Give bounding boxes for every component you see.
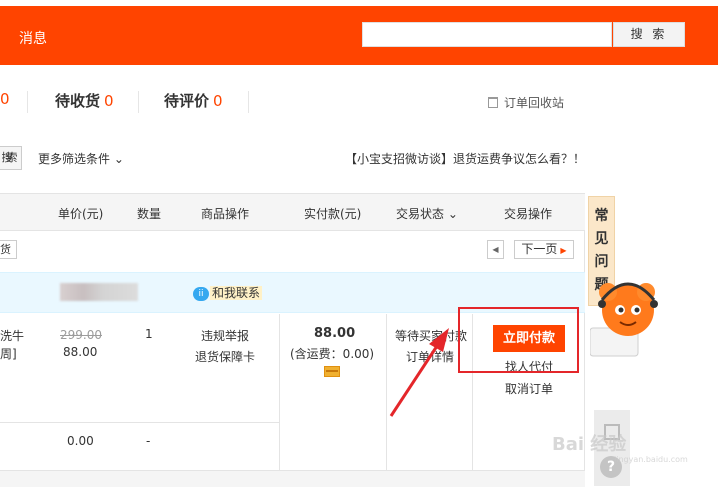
faq-char: 常: [594, 208, 609, 224]
tab-pending-shipment[interactable]: 0: [0, 90, 10, 108]
chevron-right-icon: ▶: [560, 246, 567, 255]
extra-quantity: -: [146, 434, 151, 448]
watermark-sub: jingyan.baidu.com: [614, 455, 688, 464]
extra-price: 0.00: [67, 434, 94, 448]
item-title-line2[interactable]: 周]: [0, 345, 17, 362]
col-unit-price: 单价(元): [58, 207, 104, 221]
trash-icon: [488, 97, 498, 108]
search-button[interactable]: 搜 索: [613, 22, 685, 47]
more-filters-dropdown[interactable]: 更多筛选条件 ⌄: [38, 150, 124, 167]
notice-link[interactable]: 【小宝支招微访谈】退货运费争议怎么看？！: [345, 150, 585, 167]
pager-row: 货 ◀ 下一页 ▶: [0, 231, 585, 267]
tab-pending-receipt[interactable]: 待收货 0: [55, 90, 114, 111]
watermark: Bai 经验: [552, 434, 627, 455]
tab-divider: [27, 91, 28, 113]
next-order-header: [0, 470, 585, 487]
tab-count: 0: [104, 92, 114, 110]
col-quantity: 数量: [137, 207, 162, 221]
annotation-arrow-icon: [389, 328, 449, 417]
unit-price: 88.00: [63, 345, 98, 359]
faq-char: 见: [594, 231, 609, 247]
divider: [279, 314, 280, 470]
contact-seller-link[interactable]: ii 和我联系: [193, 284, 263, 301]
recycle-label: 订单回收站: [504, 96, 565, 110]
divider: [0, 422, 279, 423]
prev-page-button[interactable]: ◀: [487, 240, 504, 259]
guarantee-card-link[interactable]: 退货保障卡: [195, 348, 255, 365]
col-status-filter[interactable]: 交易状态 ⌄: [396, 205, 458, 222]
top-header: 消息 搜 索: [0, 6, 718, 65]
cancel-order-link[interactable]: 取消订单: [505, 380, 553, 397]
chat-bubble-icon: ii: [193, 287, 209, 301]
highlight-box: [458, 307, 579, 373]
contact-label: 和我联系: [210, 286, 263, 300]
tab-count: 0: [0, 90, 10, 108]
col-paid: 实付款(元): [304, 207, 362, 221]
next-page-label: 下一页: [521, 242, 558, 256]
paid-amount: 88.00: [314, 326, 356, 341]
tab-count: 0: [213, 92, 223, 110]
table-header: 单价(元) 数量 商品操作 实付款(元) 交易状态 ⌄ 交易操作: [0, 193, 585, 231]
col-goods-ops: 商品操作: [201, 207, 250, 221]
col-actions: 交易操作: [504, 207, 553, 221]
tab-divider: [138, 91, 139, 113]
item-title[interactable]: 洗牛: [0, 327, 24, 344]
credit-card-icon: [324, 366, 340, 377]
tab-label: 待收货: [55, 92, 101, 110]
select-all-partial[interactable]: 货: [0, 240, 17, 259]
mascot-icon[interactable]: [590, 270, 660, 362]
messages-link[interactable]: 消息: [19, 28, 47, 48]
search-input[interactable]: [362, 22, 612, 47]
blurred-shop-name: [60, 283, 138, 301]
next-page-button[interactable]: 下一页 ▶: [514, 240, 574, 259]
filter-search-button[interactable]: 搜索: [0, 146, 22, 170]
tab-label: 待评价: [164, 92, 210, 110]
original-price: 299.00: [60, 328, 102, 342]
report-link[interactable]: 违规举报: [201, 327, 249, 344]
quantity: 1: [145, 327, 153, 341]
tab-divider: [248, 91, 249, 113]
tab-pending-review[interactable]: 待评价 0: [164, 90, 223, 111]
recycle-bin-link[interactable]: 订单回收站: [488, 94, 564, 111]
shipping-fee: (含运费：0.00): [290, 347, 375, 361]
